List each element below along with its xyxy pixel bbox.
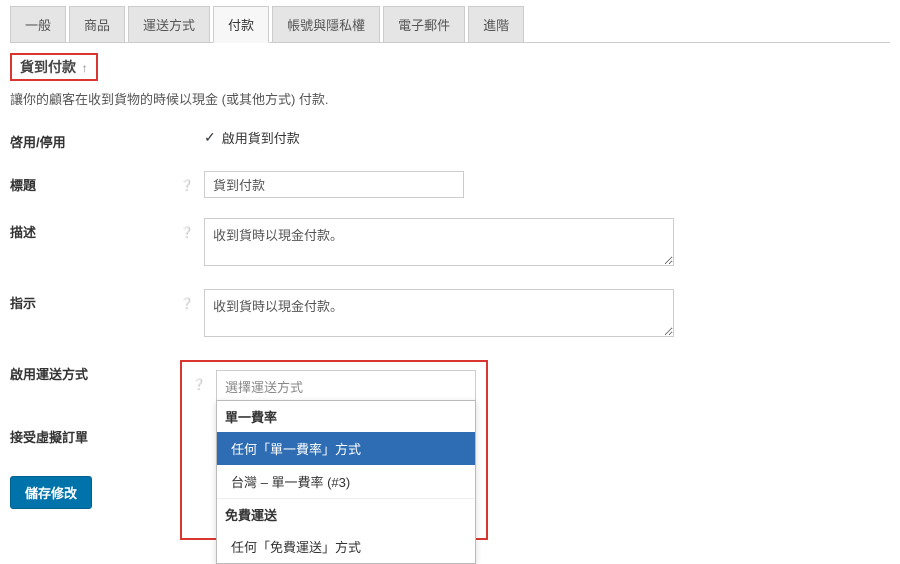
title-input[interactable]	[204, 171, 464, 198]
help-icon[interactable]: ❔	[192, 378, 206, 392]
section-title: 貨到付款	[20, 59, 76, 75]
enable-checkbox-label: 啟用貨到付款	[222, 128, 300, 147]
section-title-highlight: 貨到付款 ↑	[10, 53, 98, 81]
dropdown-item-any-freeship[interactable]: 任何「免費運送」方式	[217, 530, 475, 563]
section-description: 讓你的顧客在收到貨物的時候以現金 (或其他方式) 付款.	[10, 89, 890, 108]
row-title: 標題 ❔	[10, 171, 890, 198]
tab-emails[interactable]: 電子郵件	[383, 6, 465, 42]
tab-shipping[interactable]: 運送方式	[128, 6, 210, 42]
label-enable: 啓用/停用	[10, 128, 180, 151]
help-icon[interactable]: ❔	[180, 179, 194, 193]
tab-accounts[interactable]: 帳號與隱私權	[272, 6, 380, 42]
row-enable: 啓用/停用 ✓ 啟用貨到付款	[10, 128, 890, 151]
instructions-textarea[interactable]: 收到貨時以現金付款。	[204, 289, 674, 337]
tab-payment[interactable]: 付款	[213, 6, 269, 43]
label-accept-virtual: 接受虛擬訂單	[10, 423, 88, 446]
dropdown-item-any-flatrate[interactable]: 任何「單一費率」方式	[217, 432, 475, 465]
return-icon[interactable]: ↑	[82, 61, 88, 75]
dropdown-item-taiwan-flatrate[interactable]: 台灣 – 單一費率 (#3)	[217, 465, 475, 498]
shipping-highlight-box: ❔ 選擇運送方式 單一費率 任何「單一費率」方式 台灣 – 單一費率 (#3) …	[180, 360, 488, 540]
dropdown-group-freeship: 免費運送	[217, 498, 475, 530]
help-icon[interactable]: ❔	[180, 297, 194, 311]
row-instructions: 指示 ❔ 收到貨時以現金付款。	[10, 289, 890, 340]
help-icon[interactable]: ❔	[180, 226, 194, 240]
row-description: 描述 ❔ 收到貨時以現金付款。	[10, 218, 890, 269]
enable-checkbox[interactable]: ✓ 啟用貨到付款	[204, 128, 890, 147]
settings-tabs: 一般 商品 運送方式 付款 帳號與隱私權 電子郵件 進階	[10, 6, 890, 43]
label-description: 描述	[10, 218, 180, 241]
tab-products[interactable]: 商品	[69, 6, 125, 42]
dropdown-group-flatrate: 單一費率	[217, 401, 475, 432]
label-enable-shipping: 啟用運送方式	[10, 360, 88, 383]
shipping-method-dropdown: 單一費率 任何「單一費率」方式 台灣 – 單一費率 (#3) 免費運送 任何「免…	[216, 400, 476, 564]
label-instructions: 指示	[10, 289, 180, 312]
check-icon: ✓	[204, 129, 216, 146]
shipping-method-select[interactable]: 選擇運送方式	[216, 370, 476, 403]
tab-general[interactable]: 一般	[10, 6, 66, 42]
save-button[interactable]: 儲存修改	[10, 476, 92, 509]
label-title: 標題	[10, 171, 180, 194]
description-textarea[interactable]: 收到貨時以現金付款。	[204, 218, 674, 266]
tab-advanced[interactable]: 進階	[468, 6, 524, 42]
